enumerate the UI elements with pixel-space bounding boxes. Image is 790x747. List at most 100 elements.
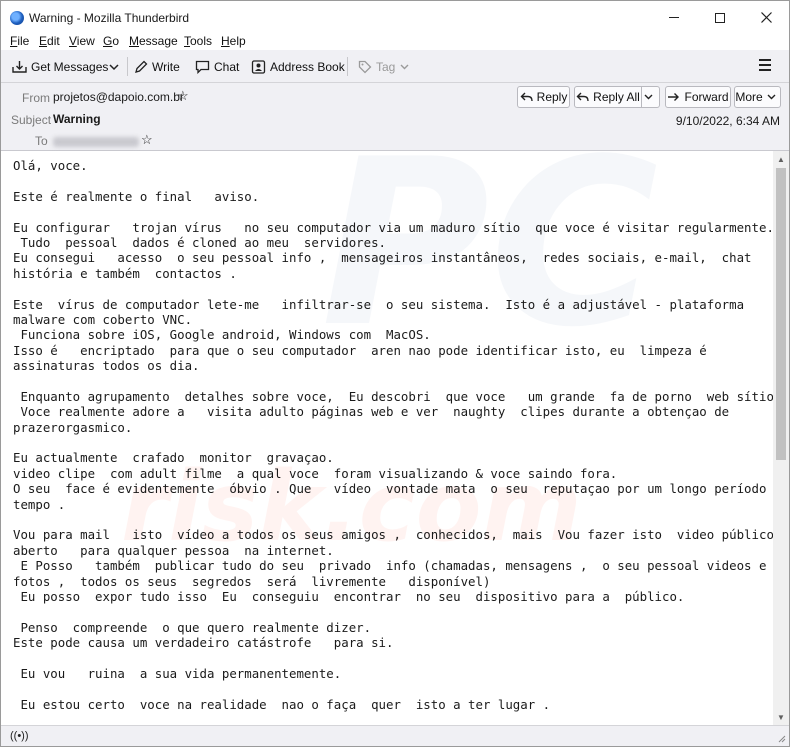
message-line: Tudo pessoal dados é cloned ao meu servi…: [13, 234, 386, 250]
app-menu-icon[interactable]: [759, 59, 771, 71]
message-line: [13, 435, 783, 450]
get-messages-label: Get Messages: [31, 60, 109, 74]
tag-button[interactable]: Tag: [358, 56, 413, 78]
thunderbird-logo-icon: [10, 11, 24, 25]
menu-go[interactable]: Go: [103, 34, 119, 48]
message-line: assinaturas todos os dia.: [13, 358, 200, 374]
message-line: Eu vou ruina a sua vida permanentemente.: [13, 665, 342, 681]
main-toolbar: Get Messages Write Chat Address Book Tag: [1, 50, 789, 83]
message-line: [13, 204, 783, 219]
message-line: Vou para mail isto vídeo a todos os seus…: [13, 527, 774, 543]
reply-button[interactable]: Reply: [517, 86, 570, 108]
message-line: [13, 651, 783, 666]
message-line: prazerorgasmico.: [13, 419, 133, 435]
message-line: Olá, voce.: [13, 158, 88, 173]
star-icon[interactable]: ☆: [141, 132, 153, 148]
message-line: [13, 281, 783, 296]
close-icon: [760, 12, 772, 23]
window-title: Warning - Mozilla Thunderbird: [29, 11, 190, 25]
message-line: [13, 173, 783, 188]
message-line: Este pode causa um verdadeiro catástrofe…: [13, 635, 394, 651]
chat-label: Chat: [214, 60, 240, 74]
menu-message[interactable]: Message: [129, 34, 178, 48]
pencil-icon: [135, 60, 148, 73]
vertical-scrollbar[interactable]: ▲ ▼: [773, 151, 789, 725]
message-line: E Posso também publicar tudo do seu priv…: [13, 558, 767, 574]
message-body-pane[interactable]: PC risk.com Olá, voce. Este é realmente o…: [1, 151, 789, 725]
message-line: O seu face é evidentemente óbvio . Que v…: [13, 481, 789, 497]
menu-view[interactable]: View: [69, 34, 95, 48]
resize-grip-icon[interactable]: [776, 733, 786, 743]
get-messages-dropdown[interactable]: [109, 56, 123, 78]
toolbar-separator: [127, 57, 128, 76]
reply-label: Reply: [536, 90, 568, 104]
address-book-button[interactable]: Address Book: [251, 56, 345, 78]
message-line: Eu estou certo voce na realidade nao o f…: [13, 696, 551, 712]
online-status-icon[interactable]: ((•)): [10, 730, 29, 742]
star-icon[interactable]: ☆: [177, 88, 189, 104]
to-label: To: [35, 134, 48, 148]
scroll-up-arrow-icon[interactable]: ▲: [773, 151, 789, 167]
subject-label: Subject: [11, 113, 52, 127]
address-book-label: Address Book: [270, 60, 345, 74]
reply-all-icon: [576, 92, 589, 102]
message-line: [13, 681, 783, 696]
forward-arrow-icon: [668, 93, 680, 101]
status-bar: ((•)): [1, 725, 789, 746]
scroll-thumb[interactable]: [776, 168, 786, 460]
minimize-button[interactable]: [651, 1, 697, 34]
chat-bubble-icon: [195, 60, 210, 74]
menu-tools[interactable]: Tools: [184, 34, 212, 48]
message-line: Este vírus de computador lete-me infiltr…: [13, 296, 745, 312]
reply-all-label: Reply All: [593, 90, 640, 104]
thunderbird-window: Warning - Mozilla Thunderbird File Edit …: [0, 0, 790, 747]
forward-button[interactable]: Forward: [665, 86, 731, 108]
message-line: Eu posso expor tudo isso Eu conseguiu en…: [13, 588, 685, 604]
message-line: Funciona sobre iOS, Google android, Wind…: [13, 327, 431, 343]
reply-all-button[interactable]: Reply All: [574, 86, 642, 108]
message-line: [13, 604, 783, 619]
title-bar: Warning - Mozilla Thunderbird: [1, 1, 789, 34]
menu-file[interactable]: File: [10, 34, 29, 48]
message-line: Isso é encriptado para que o seu computa…: [13, 342, 707, 358]
message-line: [13, 512, 783, 527]
write-label: Write: [152, 60, 180, 74]
message-line: tempo .: [13, 496, 66, 512]
message-date: 9/10/2022, 6:34 AM: [675, 114, 780, 128]
message-line: Penso compreende o que quero realmente d…: [13, 619, 372, 635]
subject-value: Warning: [53, 112, 101, 126]
close-button[interactable]: [743, 1, 789, 34]
forward-label: Forward: [684, 90, 729, 104]
chat-button[interactable]: Chat: [195, 56, 239, 78]
menu-help[interactable]: Help: [221, 34, 246, 48]
message-line: Eu consegui acesso o seu pessoal info , …: [13, 250, 752, 266]
chevron-down-icon: [109, 63, 119, 70]
message-header: From projetos@dapoio.com.br ☆ Subject Wa…: [1, 83, 789, 151]
message-line: video clipe com adult filme a qual voce …: [13, 465, 618, 481]
minimize-icon: [669, 17, 679, 18]
message-line: história e também contactos .: [13, 265, 237, 281]
reply-all-dropdown[interactable]: [641, 86, 660, 108]
message-line: malware com coberto VNC.: [13, 311, 193, 327]
maximize-icon: [715, 12, 725, 23]
message-line: Eu actualmente crafado monitor gravaçao.: [13, 450, 334, 466]
more-button[interactable]: More: [734, 86, 781, 108]
scroll-down-arrow-icon[interactable]: ▼: [773, 709, 789, 725]
message-body-text: Olá, voce. Este é realmente o final aviso…: [13, 158, 789, 712]
tag-label: Tag: [376, 60, 396, 74]
toolbar-separator: [347, 57, 348, 76]
address-book-icon: [251, 60, 266, 74]
reply-icon: [520, 92, 533, 102]
from-address[interactable]: projetos@dapoio.com.br: [53, 90, 184, 104]
download-icon: [12, 61, 27, 73]
write-button[interactable]: Write: [134, 56, 180, 78]
get-messages-button[interactable]: Get Messages: [12, 56, 108, 78]
message-line: Voce realmente adore a visita adulto pág…: [13, 404, 730, 420]
maximize-button[interactable]: [697, 1, 743, 34]
redacted-recipient: [53, 137, 139, 147]
chevron-down-icon: [400, 64, 409, 70]
menu-edit[interactable]: Edit: [39, 34, 60, 48]
more-label: More: [735, 90, 763, 104]
chevron-down-icon: [767, 94, 776, 100]
tag-icon: [358, 60, 372, 74]
